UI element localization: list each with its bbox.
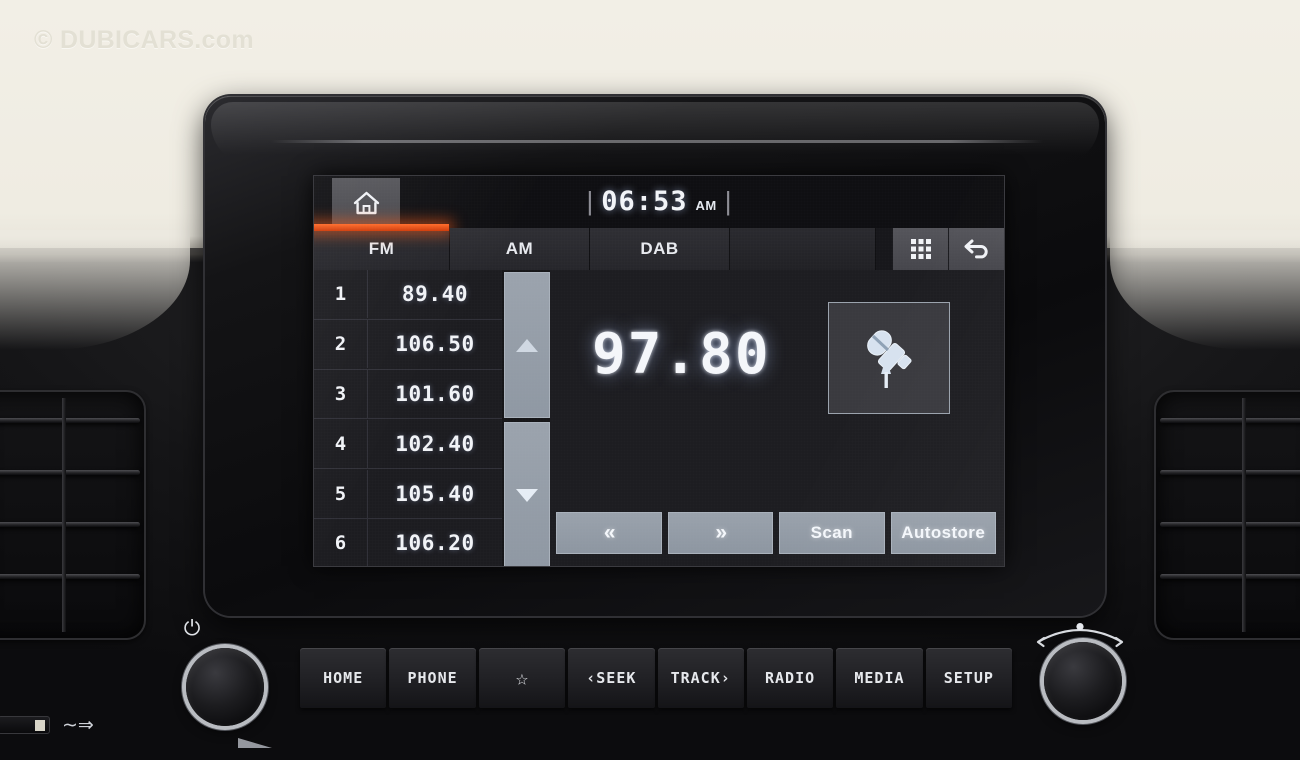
defrost-icon: ∼⇒ [62,715,94,736]
seek-up-button[interactable]: » [667,512,773,554]
preset-row[interactable]: 4 102.40 [314,419,502,470]
grid-menu-button[interactable] [892,228,948,270]
home-hard-button-label: HOME [323,669,364,687]
preset-row[interactable]: 2 106.50 [314,320,502,370]
preset-frequency: 105.40 [395,481,475,506]
infotainment-screen[interactable]: | 06:53 AM | FM AM DAB 1 89.40 2 106.50 … [314,176,1004,566]
scroll-up-button[interactable] [504,272,550,418]
seek-down-label: « [603,521,616,544]
watermark: © DUBICARS.com [34,26,254,54]
media-hard-button-label: MEDIA [854,669,905,687]
triangle-up-icon [516,338,538,352]
current-frequency: 97.80 [592,322,771,387]
preset-frequency: 106.50 [395,332,475,357]
preset-scrollbar [504,270,550,566]
favorite-hard-button[interactable]: ☆ [478,648,566,708]
band-tab-bar: FM AM DAB [314,224,1004,270]
star-icon: ☆ [515,666,529,690]
phone-hard-button[interactable]: PHONE [389,648,476,708]
preset-frequency: 101.60 [395,381,475,406]
seek-hard-button[interactable]: ‹SEEK [568,648,655,708]
seek-up-label: » [715,521,727,544]
media-hard-button[interactable]: MEDIA [836,648,923,708]
preset-number: 5 [314,469,368,518]
preset-number: 2 [314,320,368,369]
tab-fm-label: FM [368,239,395,258]
radio-control-bar: « » Scan Autostore [556,512,996,554]
radio-hard-button-label: RADIO [764,669,816,687]
phone-hard-button-label: PHONE [407,669,458,687]
air-vent-left [0,390,146,640]
preset-number: 1 [314,270,368,319]
tab-bar-spacer [876,228,892,270]
preset-row[interactable]: 3 101.60 [314,369,502,420]
volume-indicator-icon [238,738,272,748]
clock: | 06:53 AM | [314,186,1004,217]
now-playing-panel: 97.80 « » Scan Autostore [550,270,1004,566]
power-icon: ⏻ [183,617,201,640]
preset-number: 4 [314,419,368,468]
clock-separator-left: | [586,186,594,216]
tune-knob[interactable] [1044,642,1122,720]
preset-number: 3 [314,369,368,418]
track-hard-button[interactable]: TRACK› [657,648,744,708]
tab-dab[interactable]: DAB [590,228,730,270]
usb-port [0,716,50,734]
hard-button-strip: HOME PHONE ☆ ‹SEEK TRACK› RADIO MEDIA SE… [300,648,1012,708]
autostore-button[interactable]: Autostore [890,512,996,554]
tab-am[interactable]: AM [450,228,590,270]
preset-frequency: 102.40 [395,431,475,456]
microphone-icon [867,330,912,388]
back-button[interactable] [948,228,1004,270]
home-hard-button[interactable]: HOME [300,648,387,708]
tab-empty[interactable] [730,228,876,270]
setup-hard-button[interactable]: SETUP [925,648,1012,708]
track-hard-button-label: TRACK› [670,669,731,687]
housing-gloss [211,102,1099,164]
scroll-down-button[interactable] [504,422,550,566]
autostore-label: Autostore [901,523,986,542]
seek-down-button[interactable]: « [556,512,662,554]
power-volume-knob[interactable] [186,648,264,726]
tab-dab-label: DAB [640,239,679,258]
preset-row[interactable]: 5 105.40 [314,469,502,519]
status-bar: | 06:53 AM | [314,176,1004,228]
housing-top-edge [271,140,1043,143]
station-artwork[interactable] [828,302,950,414]
tab-fm[interactable]: FM [314,224,450,270]
clock-ampm: AM [695,198,717,213]
preset-frequency: 89.40 [401,282,469,307]
back-arrow-icon [964,239,988,259]
preset-number: 6 [314,519,368,566]
scan-button[interactable]: Scan [779,512,885,554]
tab-am-label: AM [505,239,534,258]
clock-time: 06:53 [601,186,688,217]
scan-label: Scan [810,523,853,542]
preset-list: 1 89.40 2 106.50 3 101.60 4 102.40 5 105… [314,270,502,566]
clock-separator-right: | [724,186,732,216]
setup-hard-button-label: SETUP [943,669,994,687]
radio-hard-button[interactable]: RADIO [746,648,834,708]
preset-frequency: 106.20 [395,531,475,556]
triangle-down-icon [516,488,538,502]
preset-row[interactable]: 1 89.40 [314,270,502,320]
seek-hard-button-label: ‹SEEK [586,669,637,687]
grid-menu-icon [910,239,931,259]
air-vent-right [1154,390,1300,640]
preset-row[interactable]: 6 106.20 [314,519,502,566]
